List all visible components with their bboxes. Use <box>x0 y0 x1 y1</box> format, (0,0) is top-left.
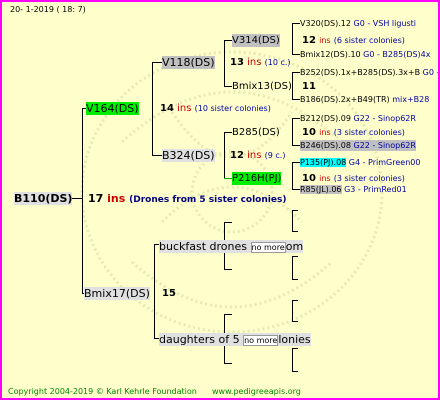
gen4-a1[interactable]: V320(DS).12 G0 - VSH ligusti <box>300 18 416 29</box>
connector <box>292 279 298 280</box>
connector <box>292 99 300 100</box>
connector <box>292 256 298 257</box>
connector <box>292 23 300 24</box>
drone-source-label: buckfast drones no moreom <box>159 240 304 253</box>
connector <box>292 348 298 349</box>
connector <box>72 198 82 199</box>
connector <box>154 244 155 339</box>
grandfather-ins: 12 ins (9 c.) <box>230 150 286 161</box>
connector <box>292 118 300 119</box>
pedigree-panel: 20- 1-2019 ( 18: 7) B110(DS) 17 ins (Dro… <box>2 2 438 398</box>
connector <box>224 363 232 364</box>
gen4-c1[interactable]: B212(DS).09 G22 - Sinop62R <box>300 113 416 124</box>
gen4-d1[interactable]: P135(PJ).08 G4 - PrimGreen00 <box>300 157 420 168</box>
gen4-b1[interactable]: B252(DS).1x+B285(DS).3x+B G0 - mix <box>300 67 438 78</box>
connector <box>292 321 298 322</box>
gen3-queen-c[interactable]: B285(DS) <box>232 126 280 139</box>
connector <box>292 54 300 55</box>
connector <box>292 162 293 190</box>
gen3-c-ins: 10 ins (3 sister colonies) <box>302 127 405 138</box>
connector <box>224 132 232 133</box>
gen4-a2[interactable]: Bmix12(DS).10 G0 - B285(DS)4x <box>300 49 431 60</box>
connector <box>224 132 225 179</box>
report-date: 20- 1-2019 ( 18: 7) <box>10 5 86 14</box>
connector <box>292 256 293 280</box>
connector <box>292 162 300 163</box>
father-queen[interactable]: Bmix17(DS) <box>84 287 150 300</box>
grandmother-ins: 13 ins (10 c.) <box>230 57 291 68</box>
mother-ins: 14 ins (10 sister colonies) <box>160 103 271 114</box>
connector <box>292 72 300 73</box>
connector <box>152 62 153 155</box>
footer-copyright: Copyright 2004-2019 © Karl Kehrle Founda… <box>8 387 197 396</box>
root-queen-id: B110(DS) <box>14 192 73 205</box>
daughters-overlay-note: no more <box>243 335 279 346</box>
drone-overlay-note: no more <box>250 242 286 253</box>
gen3-a-ins: 12 ins (6 sister colonies) <box>302 35 405 46</box>
gen3-queen-a[interactable]: V314(DS) <box>232 34 280 47</box>
connector <box>292 348 293 372</box>
connector <box>292 231 298 232</box>
connector <box>224 86 232 87</box>
connector <box>224 178 232 179</box>
connector <box>292 72 293 100</box>
gen3-b-ins: 11 <box>302 81 316 92</box>
root-ins: 17 ins (Drones from 5 sister colonies) <box>88 192 287 205</box>
connector <box>152 155 162 156</box>
daughters-label: daughters of 5 no morelonies <box>159 333 311 346</box>
gen4-b2[interactable]: B186(DS).2x+B49(TR) mix+B28 <box>300 94 429 105</box>
connector <box>224 40 232 41</box>
connector <box>292 300 298 301</box>
gen4-c2[interactable]: B246(DS).08 G22 - Sinop62R <box>300 140 416 151</box>
connector <box>82 108 83 294</box>
gen3-queen-b[interactable]: Bmix13(DS) <box>232 80 292 93</box>
connector <box>292 371 298 372</box>
grandmother-queen[interactable]: V118(DS) <box>162 56 215 69</box>
connector <box>292 210 293 232</box>
connector <box>292 210 298 211</box>
gen4-d2[interactable]: R85(JL).06 G3 - PrimRed01 <box>300 184 407 195</box>
connector <box>224 314 232 315</box>
root-note: (Drones from 5 sister colonies) <box>129 195 287 205</box>
connector <box>224 269 232 270</box>
mother-queen[interactable]: V164(DS) <box>86 102 139 115</box>
connector <box>292 23 293 55</box>
connector <box>292 300 293 322</box>
connector <box>292 189 300 190</box>
connector <box>292 118 293 146</box>
connector <box>224 222 232 223</box>
footer-url[interactable]: www.pedigreeapis.org <box>212 386 301 397</box>
connector <box>152 62 162 63</box>
grandfather-queen[interactable]: B324(DS) <box>162 149 215 162</box>
connector <box>292 145 300 146</box>
father-ins: 15 <box>162 288 176 299</box>
root-queen[interactable]: B110(DS) <box>14 192 73 205</box>
connector <box>224 40 225 86</box>
gen3-queen-d[interactable]: P216H(PJ) <box>232 172 282 185</box>
